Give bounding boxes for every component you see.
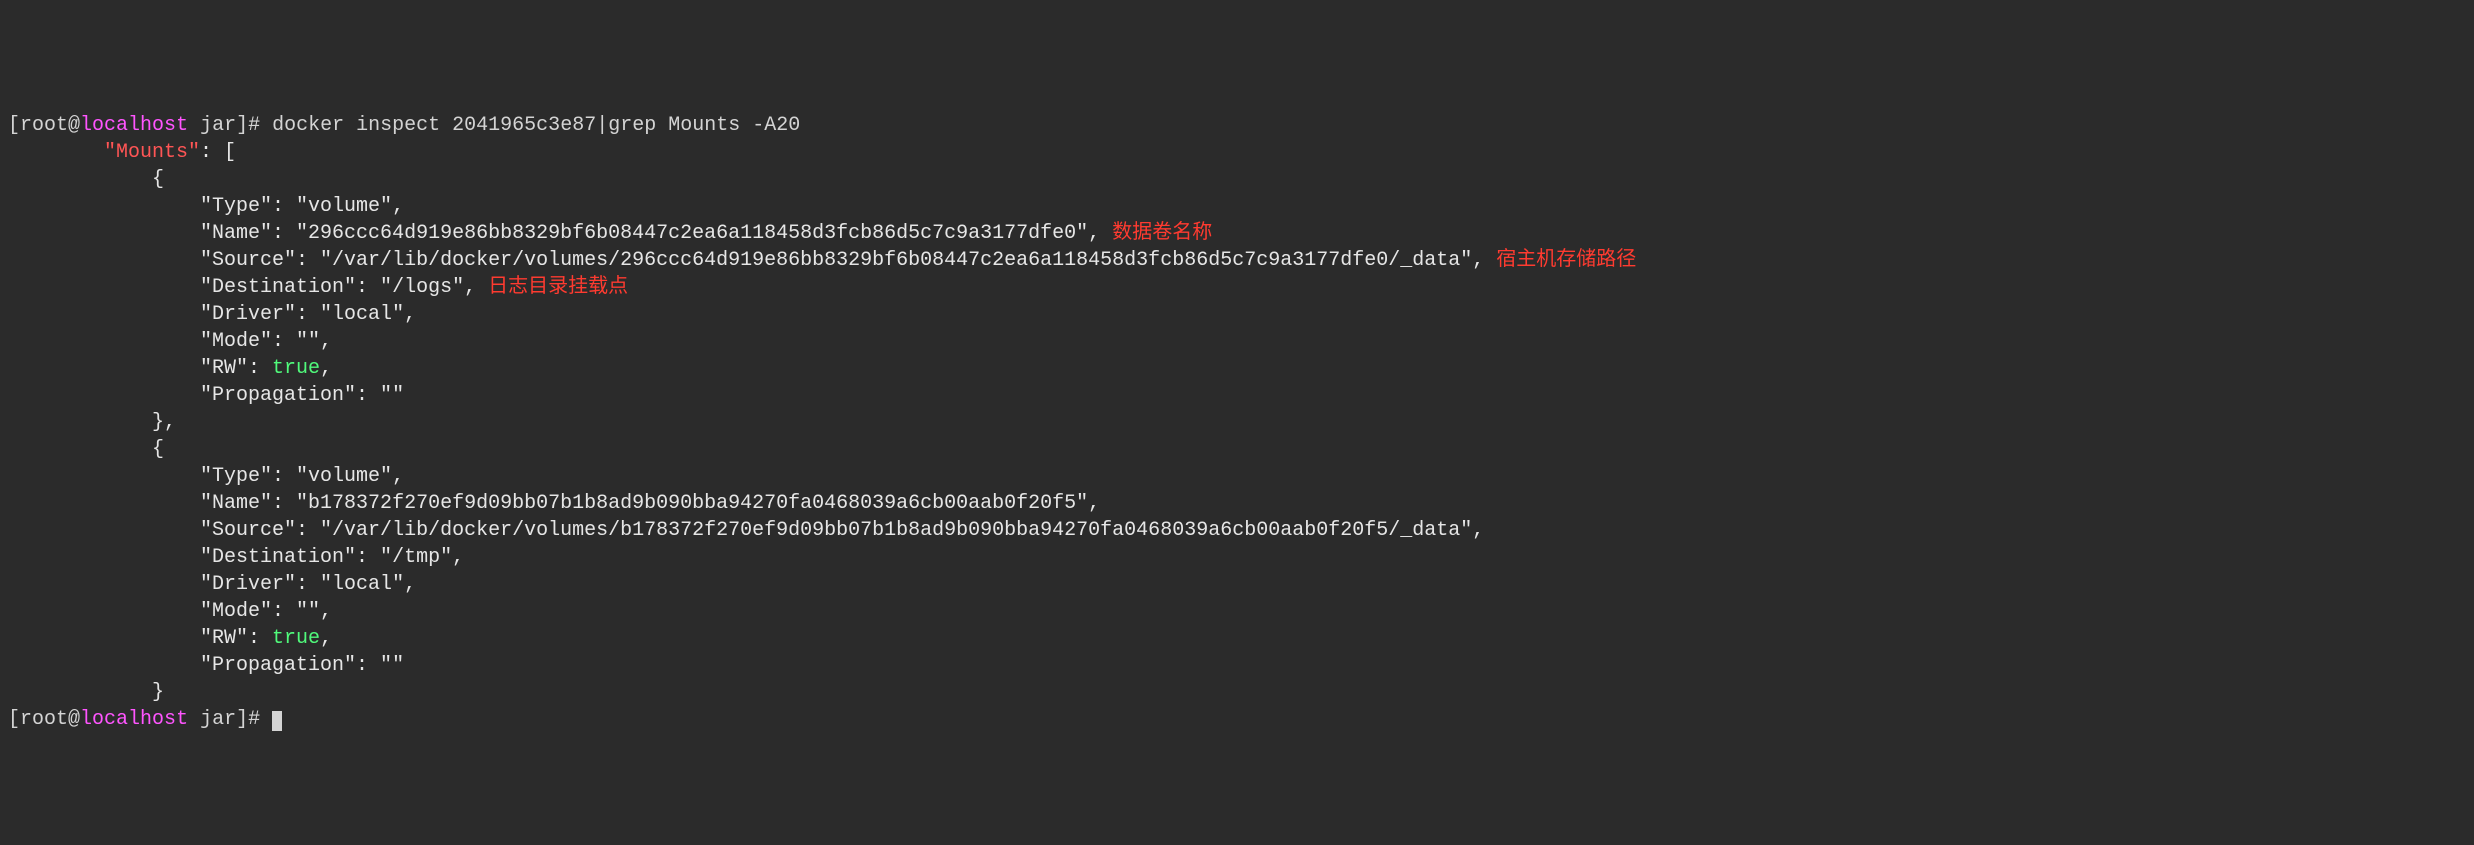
mnt1-name: "Name": "296ccc64d919e86bb8329bf6b08447c… (8, 222, 1100, 245)
mnt2-source: "Source": "/var/lib/docker/volumes/b1783… (8, 519, 1484, 542)
mnt1-type: "Type": "volume", (8, 195, 404, 218)
mounts-rest: : [ (200, 141, 236, 164)
mounts-key: "Mounts" (104, 141, 200, 164)
prompt-close-2: ]# (236, 708, 260, 731)
mnt2-rw-val: true (272, 627, 320, 650)
brace-close-2: } (8, 681, 164, 704)
mnt2-mode: "Mode": "", (8, 600, 332, 623)
prompt-space (260, 114, 272, 137)
mnt2-type: "Type": "volume", (8, 465, 404, 488)
prompt-close: ]# (236, 114, 260, 137)
mnt2-prop: "Propagation": "" (8, 654, 404, 677)
mnt1-rw-post: , (320, 357, 332, 380)
mnt2-driver: "Driver": "local", (8, 573, 416, 596)
mnt1-prop: "Propagation": "" (8, 384, 404, 407)
mnt1-source: "Source": "/var/lib/docker/volumes/296cc… (8, 249, 1484, 272)
prompt-host: localhost (80, 114, 188, 137)
prompt-space-2 (260, 708, 272, 731)
annotation-logs-mountpoint: 日志目录挂载点 (476, 276, 628, 299)
prompt-open: [ (8, 114, 20, 137)
mnt1-dest: "Destination": "/logs", (8, 276, 476, 299)
terminal-output: [root@localhost jar]# docker inspect 204… (8, 114, 1636, 731)
brace-close-comma: }, (8, 411, 176, 434)
mounts-indent (8, 141, 104, 164)
prompt-line-2[interactable]: [root@localhost jar]# (8, 708, 282, 731)
mnt2-rw-post: , (320, 627, 332, 650)
prompt-host-2: localhost (80, 708, 188, 731)
prompt-user: root (20, 114, 68, 137)
prompt-user-2: root (20, 708, 68, 731)
command-text: docker inspect 2041965c3e87|grep Mounts … (272, 114, 800, 137)
annotation-host-path: 宿主机存储路径 (1484, 249, 1636, 272)
prompt-line-1[interactable]: [root@localhost jar]# docker inspect 204… (8, 114, 800, 137)
prompt-sep (188, 114, 200, 137)
mnt1-mode: "Mode": "", (8, 330, 332, 353)
prompt-dir-2: jar (200, 708, 236, 731)
mnt2-dest: "Destination": "/tmp", (8, 546, 464, 569)
prompt-sep-2 (188, 708, 200, 731)
mnt2-rw-pre: "RW": (8, 627, 272, 650)
prompt-at: @ (68, 114, 80, 137)
prompt-at-2: @ (68, 708, 80, 731)
prompt-open-2: [ (8, 708, 20, 731)
mnt1-rw-pre: "RW": (8, 357, 272, 380)
mnt2-name: "Name": "b178372f270ef9d09bb07b1b8ad9b09… (8, 492, 1100, 515)
mnt1-driver: "Driver": "local", (8, 303, 416, 326)
prompt-dir: jar (200, 114, 236, 137)
annotation-volume-name: 数据卷名称 (1100, 222, 1212, 245)
brace-open-2: { (8, 438, 164, 461)
brace-open-1: { (8, 168, 164, 191)
mnt1-rw-val: true (272, 357, 320, 380)
cursor-icon (272, 711, 282, 731)
